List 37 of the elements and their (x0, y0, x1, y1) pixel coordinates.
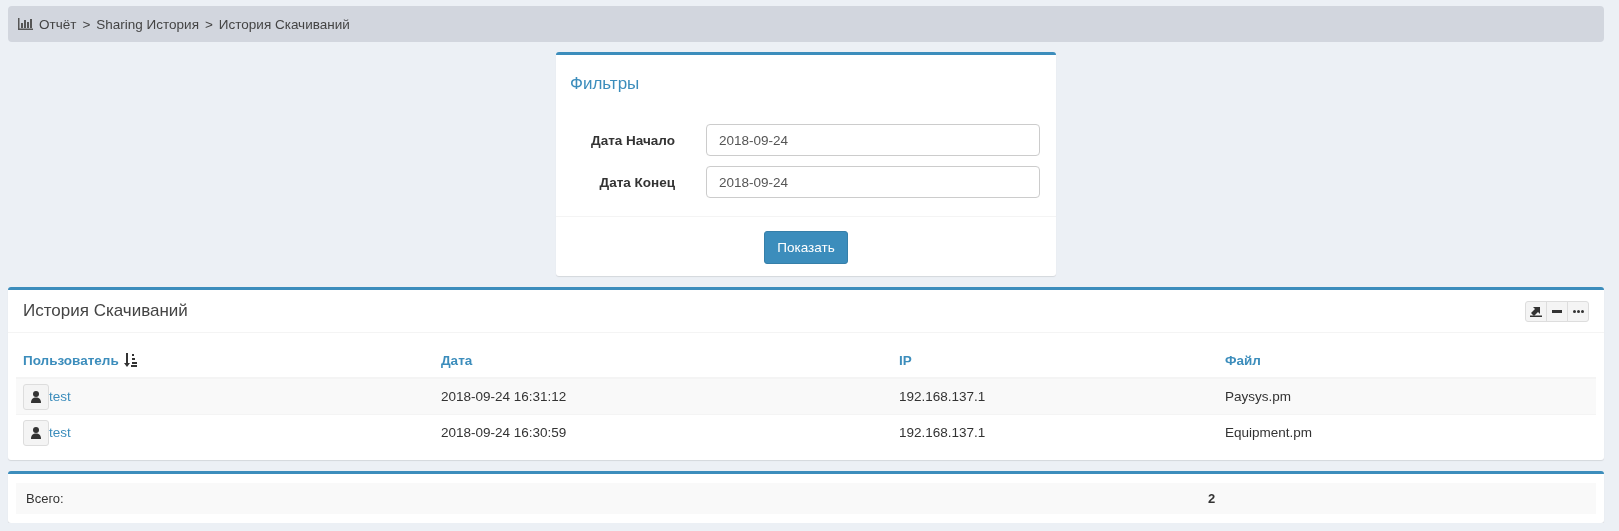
totals-label: Всего: (26, 491, 65, 506)
user-icon (31, 390, 41, 403)
column-header[interactable]: Пользователь (23, 352, 119, 368)
card-title: Фильтры (569, 73, 641, 95)
breadcrumb-link[interactable]: Отчёт (39, 16, 77, 32)
file-cell: Paysys.pm (1225, 389, 1292, 404)
file-cell: Equipment.pm (1225, 425, 1313, 440)
bar-chart-icon (18, 18, 33, 30)
user-button[interactable] (23, 419, 49, 446)
ip-cell: 192.168.137.1 (899, 389, 986, 404)
field-label: Дата Конец (598, 174, 675, 190)
collapse-button[interactable] (1546, 300, 1568, 322)
totals-value: 2 (1208, 491, 1217, 506)
breadcrumb-link[interactable]: История Скачиваний (218, 16, 350, 32)
minus-icon (1552, 309, 1562, 313)
user-button[interactable] (23, 383, 49, 410)
dots-icon (1572, 309, 1584, 313)
panel-title: История Скачиваний (23, 301, 188, 321)
user-link[interactable]: test (49, 425, 71, 440)
date-cell: 2018-09-24 16:31:12 (441, 389, 567, 404)
date-field[interactable]: 2018-09-24 (706, 124, 1040, 156)
column-header[interactable]: Дата (441, 352, 473, 368)
export-icon (1530, 305, 1542, 317)
more-button[interactable] (1567, 300, 1589, 322)
column-header[interactable]: Файл (1225, 352, 1261, 368)
export-button[interactable] (1525, 300, 1547, 322)
show-button[interactable]: Показать (764, 231, 848, 264)
date-field[interactable]: 2018-09-24 (706, 166, 1040, 198)
breadcrumb-link[interactable]: Sharing История (96, 16, 199, 32)
column-header[interactable]: IP (899, 352, 912, 368)
breadcrumb-separator: > (204, 16, 213, 32)
field-label: Дата Начало (590, 132, 675, 148)
breadcrumb-separator: > (82, 16, 91, 32)
date-cell: 2018-09-24 16:30:59 (441, 425, 567, 440)
user-icon (31, 426, 41, 439)
ip-cell: 192.168.137.1 (899, 425, 986, 440)
user-link[interactable]: test (49, 389, 71, 404)
